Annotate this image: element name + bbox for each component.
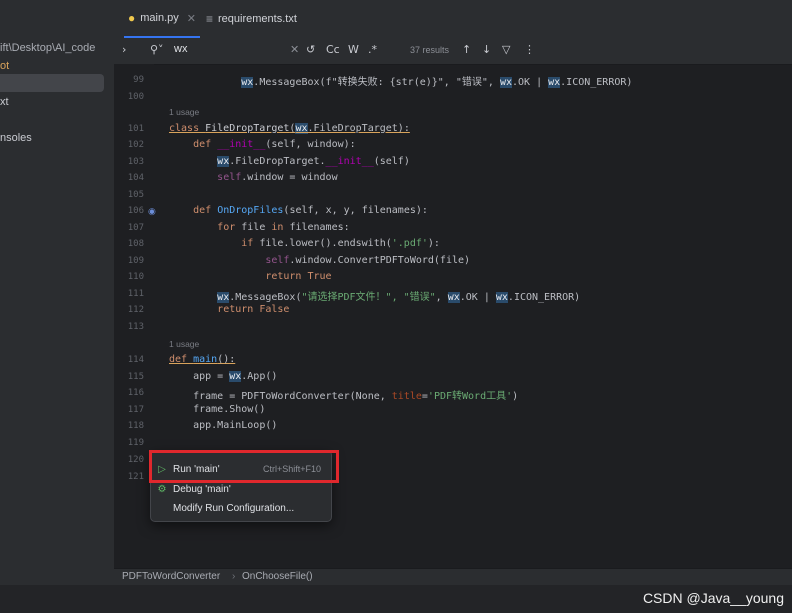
- code-line: frame.Show(): [193, 404, 266, 415]
- code-line: self.window.ConvertPDFToWord(file): [265, 255, 471, 266]
- search-input[interactable]: wx: [174, 43, 187, 55]
- modify-run-config-item[interactable]: Modify Run Configuration...: [151, 498, 331, 518]
- prev-result-icon[interactable]: ↑: [462, 43, 471, 56]
- project-path[interactable]: ift\Desktop\AI_code: [0, 42, 95, 54]
- line-number: 116: [127, 388, 144, 398]
- selected-tree-item[interactable]: [0, 74, 104, 92]
- line-number: 120: [127, 455, 144, 465]
- code-line: def OnDropFiles(self, x, y, filenames):: [193, 205, 428, 216]
- line-number: 102: [127, 140, 144, 150]
- next-result-icon[interactable]: ↓: [482, 43, 491, 56]
- code-line: return True: [265, 271, 332, 282]
- project-sidebar: ift\Desktop\AI_code ot xt nsoles: [0, 0, 115, 613]
- code-line: self.window = window: [217, 172, 338, 183]
- line-number: 121: [127, 472, 144, 482]
- watermark: CSDN @Java__young: [642, 590, 784, 606]
- line-number: 115: [127, 372, 144, 382]
- filter-icon[interactable]: ▽: [502, 43, 510, 56]
- line-number: 110: [127, 272, 144, 282]
- line-number: 104: [127, 173, 144, 183]
- breadcrumb-class[interactable]: PDFToWordConverter: [122, 571, 220, 582]
- line-number: 101: [127, 124, 144, 134]
- usage-hint[interactable]: 1 usage: [169, 339, 199, 349]
- tab-label: main.py: [140, 12, 179, 24]
- code-line: def main():: [169, 354, 236, 365]
- highlight-box: [149, 450, 339, 483]
- whole-words-button[interactable]: W: [348, 43, 359, 56]
- line-number: 99: [133, 75, 144, 85]
- breadcrumb-method[interactable]: OnChooseFile(): [242, 571, 313, 582]
- results-count: 37 results: [410, 45, 450, 55]
- line-number: 119: [127, 438, 144, 448]
- line-number: 109: [127, 256, 144, 266]
- tree-item-external[interactable]: xt: [0, 96, 9, 108]
- line-number: 114: [127, 355, 144, 365]
- line-gutter: 99 100 101 102 103 104 105 106 107 108 109 110 111 11…: [114, 64, 156, 570]
- code-line: wx.FileDropTarget.__init__(self): [217, 156, 410, 167]
- breadcrumb-bar: PDFToWordConverter › OnChooseFile(): [114, 568, 792, 586]
- code-line: if file.lower().endswith('.pdf'):: [241, 238, 440, 249]
- usage-hint[interactable]: 1 usage: [169, 107, 199, 117]
- find-bar: › ⚲˅ wx ✕ ↺ Cc W .* 37 results ↑ ↓ ▽ ⋮: [114, 38, 792, 65]
- project-root-label[interactable]: ot: [0, 60, 9, 72]
- debug-icon: ⚙: [157, 483, 167, 495]
- tree-item-consoles[interactable]: nsoles: [0, 132, 32, 144]
- line-number: 108: [127, 239, 144, 249]
- regex-button[interactable]: .*: [368, 43, 377, 56]
- close-icon[interactable]: ✕: [187, 12, 196, 25]
- more-options-icon[interactable]: ⋮: [524, 43, 535, 56]
- text-file-icon: ≡: [206, 12, 214, 26]
- line-number: 103: [127, 157, 144, 167]
- line-number: 113: [127, 322, 144, 332]
- chevron-right-icon[interactable]: ›: [122, 43, 126, 56]
- code-line: return False: [217, 304, 290, 315]
- editor-tabs: ● main.py ✕ ≡ requirements.txt: [114, 0, 792, 39]
- tab-requirements[interactable]: ≡ requirements.txt: [206, 0, 297, 38]
- match-case-button[interactable]: Cc: [326, 43, 340, 56]
- line-number: 118: [127, 421, 144, 431]
- code-line: wx.MessageBox(f"转换失败: {str(e)}", "错误", w…: [241, 77, 633, 88]
- line-number: 111: [127, 289, 144, 299]
- code-line: app.MainLoop(): [193, 420, 278, 431]
- line-number: 117: [127, 405, 144, 415]
- line-number: 106: [127, 206, 144, 216]
- line-number: 112: [127, 305, 144, 315]
- code-line: def __init__(self, window):: [193, 139, 356, 150]
- line-number: 107: [127, 223, 144, 233]
- clear-search-icon[interactable]: ✕: [290, 43, 299, 56]
- python-file-icon: ●: [128, 11, 136, 25]
- breadcrumb-separator: ›: [232, 571, 236, 582]
- code-line: app = wx.App(): [193, 371, 278, 382]
- code-line: wx.MessageBox("请选择PDF文件！", "错误", wx.OK |…: [217, 292, 581, 303]
- line-number: 105: [127, 190, 144, 200]
- tab-main-py[interactable]: ● main.py ✕: [124, 0, 200, 38]
- code-line: for file in filenames:: [217, 222, 350, 233]
- search-icon[interactable]: ⚲˅: [150, 43, 164, 56]
- code-line: frame = PDFToWordConverter(None, title='…: [193, 391, 519, 402]
- tab-label: requirements.txt: [218, 13, 297, 25]
- line-number: 100: [127, 92, 144, 102]
- history-icon[interactable]: ↺: [306, 43, 315, 56]
- code-line: class FileDropTarget(wx.FileDropTarget):: [169, 123, 410, 134]
